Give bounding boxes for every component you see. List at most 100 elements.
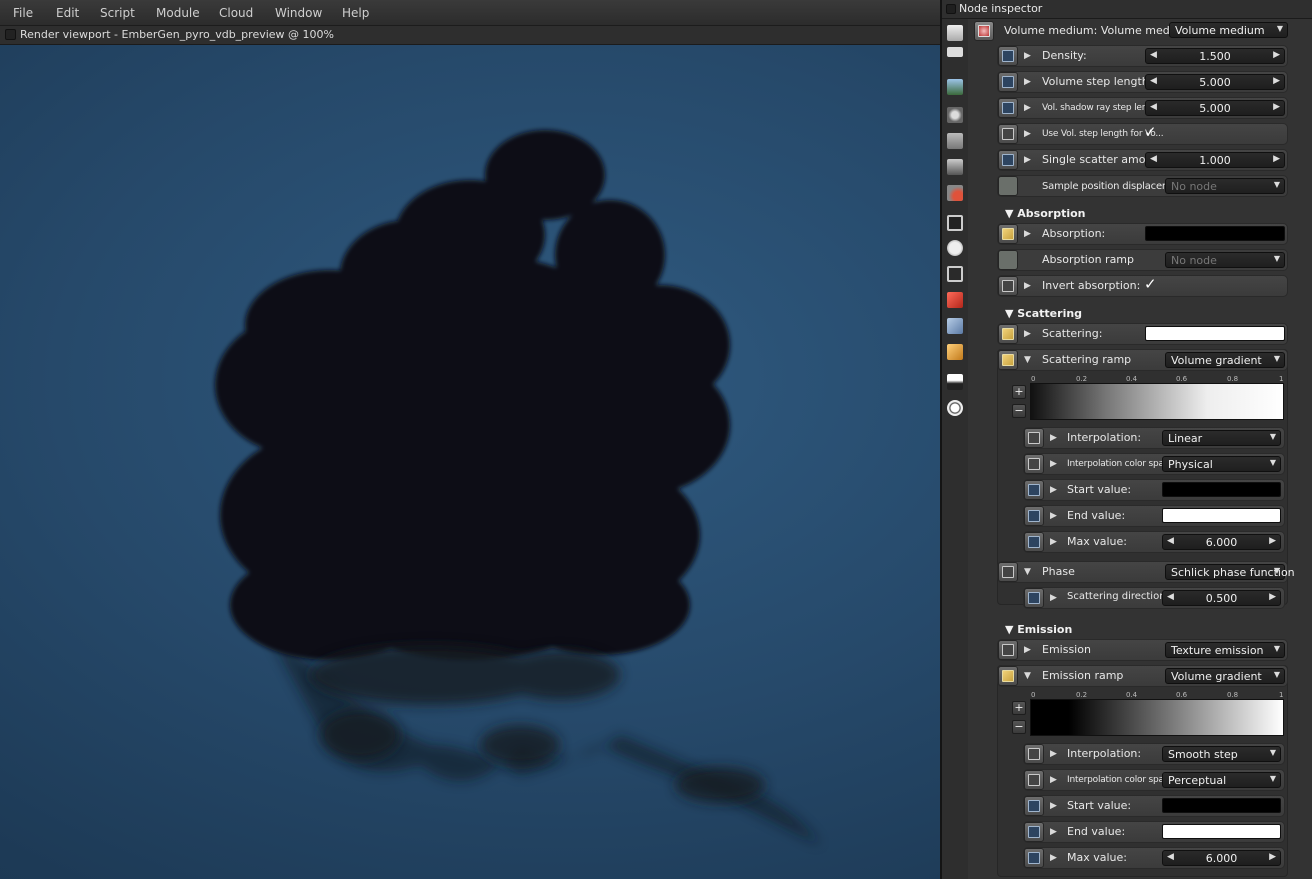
scattering-ramp-remove-button[interactable]: −: [1012, 404, 1026, 418]
scattering-end-expand-icon[interactable]: ▶: [1050, 511, 1057, 521]
scattering-space-dropdown[interactable]: Physical ▼: [1162, 456, 1281, 472]
picture-icon[interactable]: [947, 79, 963, 95]
invert-absorption-checkbox[interactable]: ✓: [1144, 275, 1157, 293]
phase-collapse-icon[interactable]: ▼: [1024, 567, 1031, 577]
emission-ramp-collapse-icon[interactable]: ▼: [1024, 671, 1031, 681]
scattering-space-expand-icon[interactable]: ▶: [1050, 459, 1057, 469]
use-vol-step-pin-icon[interactable]: [998, 124, 1018, 144]
sample-disp-dropdown[interactable]: No node ▼: [1165, 178, 1285, 194]
scattering-ramp-pin-icon[interactable]: [998, 350, 1018, 370]
absorption-ramp-dropdown[interactable]: No node ▼: [1165, 252, 1285, 268]
scattering-start-swatch[interactable]: [1162, 482, 1281, 497]
emission-space-dropdown[interactable]: Perceptual ▼: [1162, 772, 1281, 788]
emission-ramp-dropdown[interactable]: Volume gradient ▼: [1165, 668, 1285, 684]
emission-gradient-ramp[interactable]: [1030, 699, 1284, 736]
scattering-pin-icon[interactable]: [998, 324, 1018, 344]
node-type-dropdown[interactable]: Volume medium ▼: [1169, 22, 1288, 38]
density-slider[interactable]: ◀ 1.500 ▶: [1145, 48, 1285, 64]
emission-end-pin-icon[interactable]: [1024, 822, 1044, 842]
phase-pin-icon[interactable]: [998, 562, 1018, 582]
viewport-pin-checkbox[interactable]: [5, 29, 16, 40]
absorption-color-swatch[interactable]: [1145, 226, 1285, 241]
layers-icon[interactable]: [947, 25, 963, 41]
node-medium-icon[interactable]: [974, 21, 994, 41]
invert-absorption-pin-icon[interactable]: [998, 276, 1018, 296]
emission-section-header[interactable]: ▼ Emission: [1005, 623, 1072, 636]
single-scatter-pin-icon[interactable]: [998, 150, 1018, 170]
scatter-direction-pin-icon[interactable]: [1024, 588, 1044, 608]
camera-icon[interactable]: [947, 107, 963, 123]
material-icon[interactable]: [947, 185, 963, 201]
menu-file[interactable]: File: [13, 6, 33, 20]
scattering-start-pin-icon[interactable]: [1024, 480, 1044, 500]
absorption-expand-icon[interactable]: ▶: [1024, 229, 1031, 239]
render-viewport[interactable]: [0, 45, 940, 879]
blue-cube-icon[interactable]: [947, 318, 963, 334]
network-icon[interactable]: [947, 266, 963, 282]
emission-ramp-remove-button[interactable]: −: [1012, 720, 1026, 734]
volume-step-pin-icon[interactable]: [998, 72, 1018, 92]
geometry-icon[interactable]: [947, 159, 963, 175]
scatter-direction-slider[interactable]: ◀ 0.500 ▶: [1162, 590, 1281, 606]
inspector-pin-checkbox[interactable]: [946, 4, 956, 14]
emission-ramp-pin-icon[interactable]: [998, 666, 1018, 686]
absorption-section-header[interactable]: ▼ Absorption: [1005, 207, 1086, 220]
emission-max-pin-icon[interactable]: [1024, 848, 1044, 868]
emission-max-expand-icon[interactable]: ▶: [1050, 853, 1057, 863]
emission-interp-dropdown[interactable]: Smooth step ▼: [1162, 746, 1281, 762]
list-icon[interactable]: [947, 47, 963, 57]
single-scatter-expand-icon[interactable]: ▶: [1024, 155, 1031, 165]
emission-space-pin-icon[interactable]: [1024, 770, 1044, 790]
emission-interp-pin-icon[interactable]: [1024, 744, 1044, 764]
scattering-ramp-collapse-icon[interactable]: ▼: [1024, 355, 1031, 365]
emission-start-swatch[interactable]: [1162, 798, 1281, 813]
menu-module[interactable]: Module: [156, 6, 200, 20]
scatter-direction-expand-icon[interactable]: ▶: [1050, 593, 1057, 603]
scattering-max-slider[interactable]: ◀ 6.000 ▶: [1162, 534, 1281, 550]
volume-step-slider[interactable]: ◀ 5.000 ▶: [1145, 74, 1285, 90]
emission-max-slider[interactable]: ◀ 6.000 ▶: [1162, 850, 1281, 866]
emission-interp-expand-icon[interactable]: ▶: [1050, 749, 1057, 759]
texture-icon[interactable]: [947, 215, 963, 231]
menu-window[interactable]: Window: [275, 6, 322, 20]
shadow-step-pin-icon[interactable]: [998, 98, 1018, 118]
scattering-end-swatch[interactable]: [1162, 508, 1281, 523]
menu-script[interactable]: Script: [100, 6, 135, 20]
invert-absorption-expand-icon[interactable]: ▶: [1024, 281, 1031, 291]
emission-start-expand-icon[interactable]: ▶: [1050, 801, 1057, 811]
shadow-step-slider[interactable]: ◀ 5.000 ▶: [1145, 100, 1285, 116]
phase-dropdown[interactable]: Schlick phase function ▼: [1165, 564, 1295, 580]
scattering-start-expand-icon[interactable]: ▶: [1050, 485, 1057, 495]
density-pin-icon[interactable]: [998, 46, 1018, 66]
scattering-max-pin-icon[interactable]: [1024, 532, 1044, 552]
volume-step-expand-icon[interactable]: ▶: [1024, 77, 1031, 87]
clock-icon[interactable]: [947, 240, 963, 256]
single-scatter-slider[interactable]: ◀ 1.000 ▶: [1145, 152, 1285, 168]
use-vol-step-checkbox[interactable]: ✓: [1144, 123, 1157, 141]
use-vol-step-expand-icon[interactable]: ▶: [1024, 129, 1031, 139]
scattering-interp-dropdown[interactable]: Linear ▼: [1162, 430, 1281, 446]
emission-ramp-add-button[interactable]: +: [1012, 701, 1026, 715]
menu-help[interactable]: Help: [342, 6, 369, 20]
scattering-interp-pin-icon[interactable]: [1024, 428, 1044, 448]
scattering-ramp-dropdown[interactable]: Volume gradient ▼: [1165, 352, 1285, 368]
emission-end-expand-icon[interactable]: ▶: [1050, 827, 1057, 837]
emission-expand-icon[interactable]: ▶: [1024, 645, 1031, 655]
emission-start-pin-icon[interactable]: [1024, 796, 1044, 816]
database-icon[interactable]: [947, 133, 963, 149]
sample-disp-pin-icon[interactable]: [998, 176, 1018, 196]
red-cube-icon[interactable]: [947, 292, 963, 308]
scattering-space-pin-icon[interactable]: [1024, 454, 1044, 474]
absorption-pin-icon[interactable]: [998, 224, 1018, 244]
emission-end-swatch[interactable]: [1162, 824, 1281, 839]
menu-cloud[interactable]: Cloud: [219, 6, 253, 20]
scattering-gradient-ramp[interactable]: [1030, 383, 1284, 420]
emission-dropdown[interactable]: Texture emission ▼: [1165, 642, 1285, 658]
scattering-ramp-add-button[interactable]: +: [1012, 385, 1026, 399]
sun-icon[interactable]: [947, 400, 963, 416]
orange-cube-icon[interactable]: [947, 344, 963, 360]
scattering-expand-icon[interactable]: ▶: [1024, 329, 1031, 339]
shadow-step-expand-icon[interactable]: ▶: [1024, 103, 1031, 113]
emission-pin-icon[interactable]: [998, 640, 1018, 660]
absorption-ramp-pin-icon[interactable]: [998, 250, 1018, 270]
